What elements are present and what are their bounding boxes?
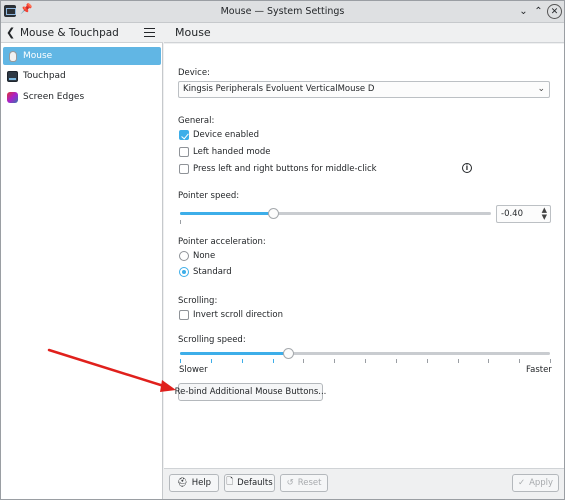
slider-tick bbox=[303, 359, 305, 363]
invert-scroll-label: Invert scroll direction bbox=[193, 310, 283, 320]
chevron-down-icon: ⌄ bbox=[537, 84, 545, 94]
window-title: Mouse — System Settings bbox=[220, 6, 345, 17]
sidebar: ❮ Mouse & Touchpad Mouse Touchpad Screen… bbox=[1, 23, 163, 499]
sidebar-header: ❮ Mouse & Touchpad bbox=[1, 23, 163, 43]
back-arrow-icon[interactable]: ❮ bbox=[6, 26, 15, 39]
maximize-icon[interactable]: ⌃ bbox=[531, 4, 546, 19]
pointer-speed-spinbox[interactable]: -0.40 ▲ ▼ bbox=[496, 205, 551, 223]
defaults-button[interactable]: 🗋 Defaults bbox=[224, 474, 275, 492]
scrolling-speed-label: Scrolling speed: bbox=[178, 335, 246, 345]
scrolling-speed-fill bbox=[180, 352, 289, 355]
device-select[interactable]: Kingsis Peripherals Evoluent VerticalMou… bbox=[178, 81, 550, 98]
device-enabled-checkbox[interactable] bbox=[179, 130, 189, 140]
scrolling-speed-ticks bbox=[180, 359, 551, 363]
slider-tick bbox=[180, 220, 181, 224]
apply-icon: ✓ bbox=[517, 478, 526, 488]
pointer-speed-ticks bbox=[180, 220, 491, 224]
reset-button-label: Reset bbox=[297, 478, 322, 488]
middle-click-label: Press left and right buttons for middle-… bbox=[193, 164, 377, 174]
sidebar-item-label: Mouse bbox=[23, 51, 53, 61]
sidebar-title: Mouse & Touchpad bbox=[20, 27, 119, 39]
left-handed-label: Left handed mode bbox=[193, 147, 271, 157]
slider-tick bbox=[334, 359, 336, 363]
help-button[interactable]: ⛑ Help bbox=[169, 474, 219, 492]
touchpad-icon bbox=[7, 70, 18, 82]
sidebar-item-screen-edges[interactable]: Screen Edges bbox=[3, 88, 161, 106]
device-enabled-label: Device enabled bbox=[193, 130, 259, 140]
reset-button[interactable]: ↺ Reset bbox=[280, 474, 328, 492]
faster-label: Faster bbox=[526, 365, 552, 375]
sidebar-item-touchpad[interactable]: Touchpad bbox=[3, 67, 161, 85]
mouse-settings-panel: Device: Kingsis Peripherals Evoluent Ver… bbox=[164, 44, 564, 468]
sidebar-item-mouse[interactable]: Mouse bbox=[3, 47, 161, 65]
minimize-icon[interactable]: ⌄ bbox=[516, 4, 531, 19]
slider-tick bbox=[426, 359, 428, 363]
reset-icon: ↺ bbox=[286, 478, 294, 488]
page-title: Mouse bbox=[175, 26, 211, 39]
pointer-speed-fill bbox=[180, 212, 274, 215]
slower-label: Slower bbox=[179, 365, 208, 375]
pointer-acceleration-label: Pointer acceleration: bbox=[178, 237, 266, 247]
rebind-mouse-buttons-button[interactable]: Re-bind Additional Mouse Buttons... bbox=[175, 383, 326, 401]
middle-click-checkbox[interactable] bbox=[179, 164, 189, 174]
scrolling-speed-slider[interactable] bbox=[180, 352, 550, 355]
pointer-speed-label: Pointer speed: bbox=[178, 191, 240, 201]
title-bar: 📌 Mouse — System Settings ⌄ ⌃ ✕ bbox=[1, 1, 564, 23]
hamburger-menu-icon[interactable] bbox=[144, 28, 155, 37]
sidebar-item-label: Screen Edges bbox=[23, 92, 85, 102]
info-icon[interactable]: i bbox=[462, 163, 472, 173]
pointer-speed-value: -0.40 bbox=[501, 209, 523, 219]
slider-tick bbox=[180, 359, 181, 363]
accel-standard-label: Standard bbox=[193, 267, 232, 277]
footer-bar: ⛑ Help 🗋 Defaults ↺ Reset ✓ Apply bbox=[164, 468, 564, 499]
accel-none-label: None bbox=[193, 251, 216, 261]
defaults-button-label: Defaults bbox=[237, 478, 273, 488]
slider-tick bbox=[550, 359, 551, 363]
spin-down-icon[interactable]: ▼ bbox=[542, 214, 547, 221]
slider-tick bbox=[395, 359, 397, 363]
accel-none-radio[interactable] bbox=[179, 251, 189, 261]
defaults-icon: 🗋 bbox=[226, 477, 234, 487]
slider-tick bbox=[457, 359, 459, 363]
slider-tick bbox=[272, 359, 274, 363]
scrolling-label: Scrolling: bbox=[178, 296, 218, 306]
pointer-speed-handle[interactable] bbox=[267, 208, 279, 219]
mouse-icon bbox=[9, 50, 17, 62]
sidebar-item-label: Touchpad bbox=[23, 71, 66, 81]
screen-edges-icon bbox=[7, 91, 18, 103]
accel-standard-radio[interactable] bbox=[179, 267, 189, 277]
slider-tick bbox=[488, 359, 490, 363]
device-select-value: Kingsis Peripherals Evoluent VerticalMou… bbox=[183, 84, 375, 94]
apply-button-label: Apply bbox=[529, 478, 554, 488]
system-settings-window: 📌 Mouse — System Settings ⌄ ⌃ ✕ ❮ Mouse … bbox=[0, 0, 565, 500]
close-icon[interactable]: ✕ bbox=[547, 4, 562, 19]
page-header: Mouse bbox=[164, 23, 564, 43]
slider-tick bbox=[241, 359, 243, 363]
help-icon: ⛑ bbox=[176, 478, 188, 488]
pointer-speed-slider[interactable] bbox=[180, 212, 491, 215]
help-button-label: Help bbox=[191, 478, 212, 488]
slider-tick bbox=[519, 359, 521, 363]
device-label: Device: bbox=[178, 68, 210, 78]
scrolling-speed-handle[interactable] bbox=[282, 348, 294, 359]
apply-button[interactable]: ✓ Apply bbox=[512, 474, 559, 492]
invert-scroll-checkbox[interactable] bbox=[179, 310, 189, 320]
slider-tick bbox=[210, 359, 212, 363]
left-handed-checkbox[interactable] bbox=[179, 147, 189, 157]
general-label: General: bbox=[178, 116, 215, 126]
slider-tick bbox=[365, 359, 366, 363]
rebind-button-label: Re-bind Additional Mouse Buttons... bbox=[174, 387, 327, 397]
